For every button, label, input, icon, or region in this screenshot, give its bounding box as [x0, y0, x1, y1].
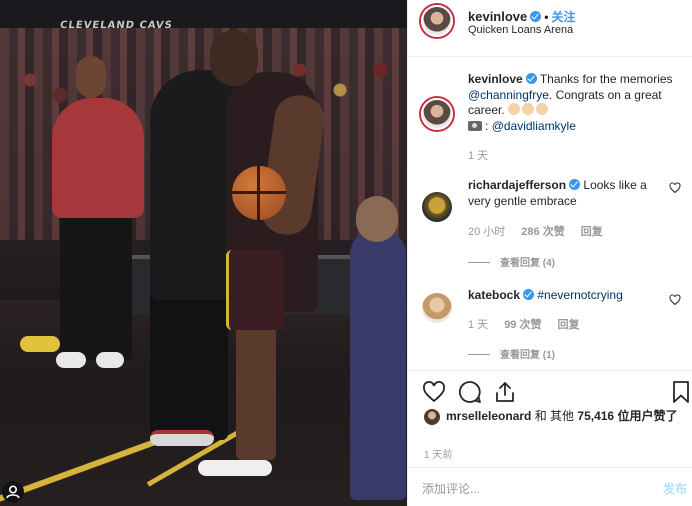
bystander-red-shirt [52, 98, 144, 218]
arena-banner-text: CLEVELAND CAVS [59, 20, 174, 31]
arena-banner: CLEVELAND CAVS [0, 0, 407, 31]
reply-button[interactable]: 回复 [557, 319, 579, 331]
caption-username[interactable]: kevinlove [468, 72, 523, 86]
mention-link[interactable]: @channingfrye [468, 88, 549, 102]
author-line: kevinlove • 关注 [468, 8, 575, 25]
view-replies-button[interactable]: 查看回复 (4) [468, 254, 555, 269]
clap-emoji [508, 103, 550, 117]
comment-text: katebock #nevernotcrying [468, 288, 668, 304]
comment-time[interactable]: 20 小时 [468, 226, 505, 238]
caption-avatar[interactable] [421, 98, 453, 130]
commenter-avatar[interactable] [422, 192, 452, 222]
bystander-head [76, 56, 106, 98]
comment-likes[interactable]: 99 次赞 [504, 319, 541, 331]
camera-emoji [468, 120, 482, 131]
location-link[interactable]: Quicken Loans Arena [468, 24, 573, 36]
hoodie-person-legs [150, 280, 228, 440]
author-avatar[interactable] [421, 5, 453, 37]
likes-suffix[interactable]: 位用户赞了 [617, 409, 677, 423]
post-timestamp[interactable]: 1 天前 [424, 446, 452, 461]
post-actions-section: mrselleleonard 和 其他 75,416 位用户赞了 1 天前 发布 [408, 370, 692, 506]
child-fan-head [356, 196, 398, 242]
comment-text: richardajefferson Looks like a very gent… [468, 178, 668, 209]
liker-username[interactable]: mrselleleonard [446, 409, 531, 423]
replies-line [468, 262, 490, 263]
post-comment-button[interactable]: 发布 [663, 480, 687, 497]
add-comment-bar: 发布 [408, 467, 692, 506]
heart-icon[interactable] [422, 380, 446, 404]
follow-button[interactable]: 关注 [551, 10, 575, 24]
likes-and-others: 和 其他 [534, 409, 575, 423]
post-photo[interactable]: CLEVELAND CAVS [0, 0, 407, 506]
child-fan [350, 230, 406, 500]
hashtag-link[interactable]: #nevernotcrying [537, 288, 622, 302]
sneaker [20, 336, 60, 352]
credit-mention-link[interactable]: @davidliamkyle [492, 119, 576, 133]
bookmark-icon[interactable] [669, 380, 692, 404]
post-header: kevinlove • 关注 Quicken Loans Arena [408, 0, 692, 57]
view-replies-label: 查看回复 (1) [500, 350, 555, 361]
likes-count[interactable]: 75,416 [577, 409, 614, 423]
basketball [232, 166, 286, 220]
caption-time[interactable]: 1 天 [468, 147, 488, 163]
verified-icon [569, 179, 581, 190]
player-shorts [226, 250, 284, 330]
like-comment-heart-icon[interactable] [669, 294, 681, 306]
sneaker [56, 352, 86, 368]
like-comment-heart-icon[interactable] [669, 182, 681, 194]
view-replies-button[interactable]: 查看回复 (1) [468, 346, 555, 361]
comment-meta: 1 天 99 次赞 回复 [468, 316, 595, 332]
author-username[interactable]: kevinlove [468, 9, 527, 24]
bystander-legs [60, 210, 132, 360]
sneaker [150, 430, 214, 446]
tag-icon[interactable] [2, 481, 24, 503]
player-head [210, 30, 258, 86]
post-side-panel: kevinlove • 关注 Quicken Loans Arena kevinlo… [407, 0, 692, 506]
credit-separator: : [485, 118, 489, 133]
comment-time[interactable]: 1 天 [468, 319, 488, 331]
separator-dot: • [544, 10, 549, 24]
verified-icon [530, 11, 542, 22]
sneaker [198, 460, 272, 476]
caption-text-part: Thanks for the memories [539, 72, 673, 86]
verified-icon [523, 289, 535, 300]
commenter-username[interactable]: richardajefferson [468, 178, 566, 192]
reply-button[interactable]: 回复 [581, 226, 603, 238]
liker-avatar[interactable] [424, 409, 440, 425]
comment-meta: 20 小时 286 次赞 回复 [468, 223, 619, 239]
commenter-avatar[interactable] [422, 293, 452, 323]
sneaker [96, 352, 124, 368]
caption-text: kevinlove Thanks for the memories @chann… [468, 72, 683, 134]
replies-line [468, 354, 490, 355]
share-icon[interactable] [493, 380, 517, 404]
commenter-username[interactable]: katebock [468, 288, 520, 302]
comment-likes[interactable]: 286 次赞 [521, 226, 564, 238]
comment-icon[interactable] [458, 380, 482, 404]
likes-text: mrselleleonard 和 其他 75,416 位用户赞了 [446, 409, 691, 424]
add-comment-input[interactable] [422, 480, 622, 498]
view-replies-label: 查看回复 (4) [500, 258, 555, 269]
verified-icon [525, 73, 537, 84]
